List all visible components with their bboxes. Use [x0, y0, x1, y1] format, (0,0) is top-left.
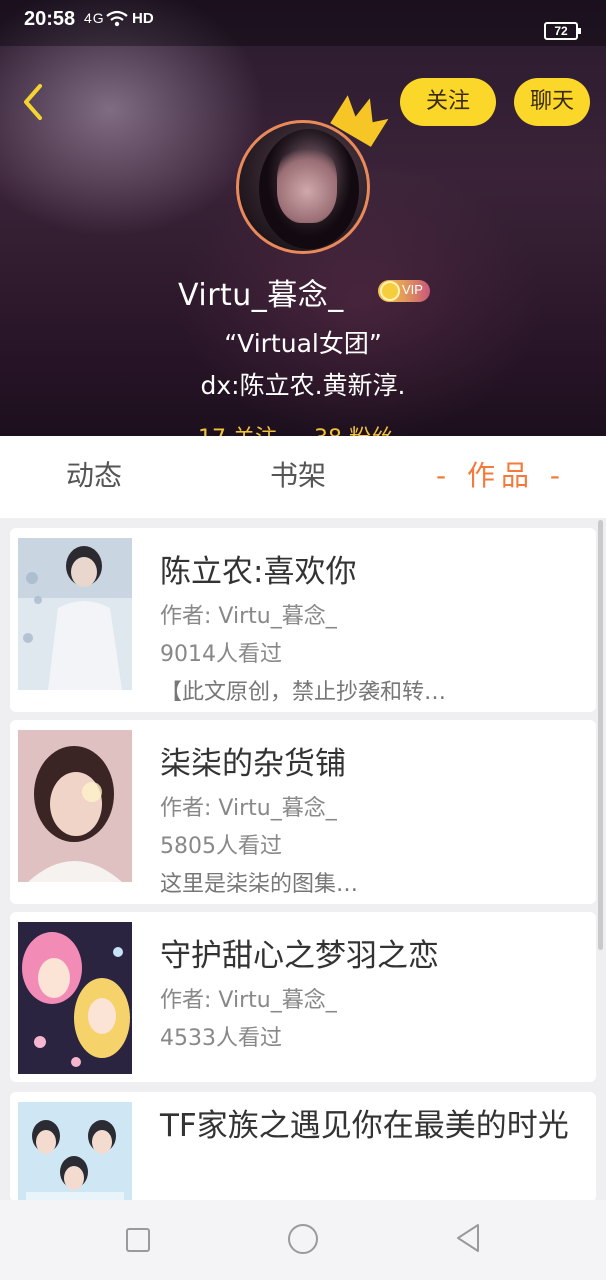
work-cover [18, 538, 132, 690]
crown-icon [330, 95, 389, 147]
work-title: 陈立农:喜欢你 [160, 554, 357, 590]
profile-header: 20:58 4G HD 72 关注 聊天 Virtu_暮念_ VIP “Virt… [0, 0, 606, 440]
tab-shujia[interactable]: 书架 [270, 456, 326, 496]
vip-crown-icon [380, 281, 400, 301]
work-card[interactable]: 柒柒的杂货铺 作者: Virtu_暮念_ 5805人看过 这里是柒柒的图集… [10, 720, 596, 904]
back-arrow-icon[interactable] [16, 80, 52, 124]
battery-icon: 72 [544, 22, 581, 40]
work-views: 9014人看过 [160, 642, 282, 667]
signal-indicator: 4G [84, 10, 105, 26]
work-cover [18, 1102, 132, 1202]
work-card[interactable]: TF家族之遇见你在最美的时光 [10, 1092, 596, 1202]
work-description: 这里是柒柒的图集… [160, 872, 359, 897]
system-back-icon[interactable] [454, 1222, 482, 1254]
status-time: 20:58 [24, 8, 76, 30]
follow-button[interactable]: 关注 [400, 78, 496, 126]
work-title: TF家族之遇见你在最美的时光 [160, 1108, 569, 1144]
work-author: 作者: Virtu_暮念_ [160, 988, 337, 1013]
work-cover [18, 922, 132, 1074]
vip-badge[interactable]: VIP [378, 280, 430, 302]
wifi-icon [106, 10, 128, 27]
work-title: 柒柒的杂货铺 [160, 746, 346, 782]
work-views: 4533人看过 [160, 1026, 282, 1051]
scrollbar[interactable] [598, 520, 603, 950]
username-row: Virtu_暮念_ VIP [0, 268, 606, 313]
recent-apps-icon[interactable] [126, 1228, 150, 1252]
vip-badge-label: VIP [402, 282, 423, 297]
avatar-face [277, 143, 337, 223]
work-title: 守护甜心之梦羽之恋 [160, 938, 439, 974]
status-bar: 20:58 4G HD 72 [0, 0, 606, 46]
tab-dongtai[interactable]: 动态 [66, 456, 122, 496]
username: Virtu_暮念_ [178, 278, 344, 313]
profile-tabs: 动态 书架 - 作品 - [0, 436, 606, 518]
tab-zuopin[interactable]: - 作品 - [436, 456, 566, 496]
home-icon[interactable] [288, 1224, 318, 1254]
bio-line-2: dx:陈立农.黄新淳. [200, 371, 406, 400]
work-card[interactable]: 守护甜心之梦羽之恋 作者: Virtu_暮念_ 4533人看过 [10, 912, 596, 1082]
bio-line-1: “Virtual女团” [224, 329, 382, 358]
system-nav-bar [0, 1200, 606, 1280]
work-cover [18, 730, 132, 882]
work-author: 作者: Virtu_暮念_ [160, 604, 337, 629]
chat-button[interactable]: 聊天 [514, 78, 590, 126]
work-views: 5805人看过 [160, 834, 282, 859]
hd-indicator: HD [132, 10, 154, 27]
work-author: 作者: Virtu_暮念_ [160, 796, 337, 821]
work-description: 【此文原创，禁止抄袭和转… [160, 680, 447, 705]
work-card[interactable]: 陈立农:喜欢你 作者: Virtu_暮念_ 9014人看过 【此文原创，禁止抄袭… [10, 528, 596, 712]
